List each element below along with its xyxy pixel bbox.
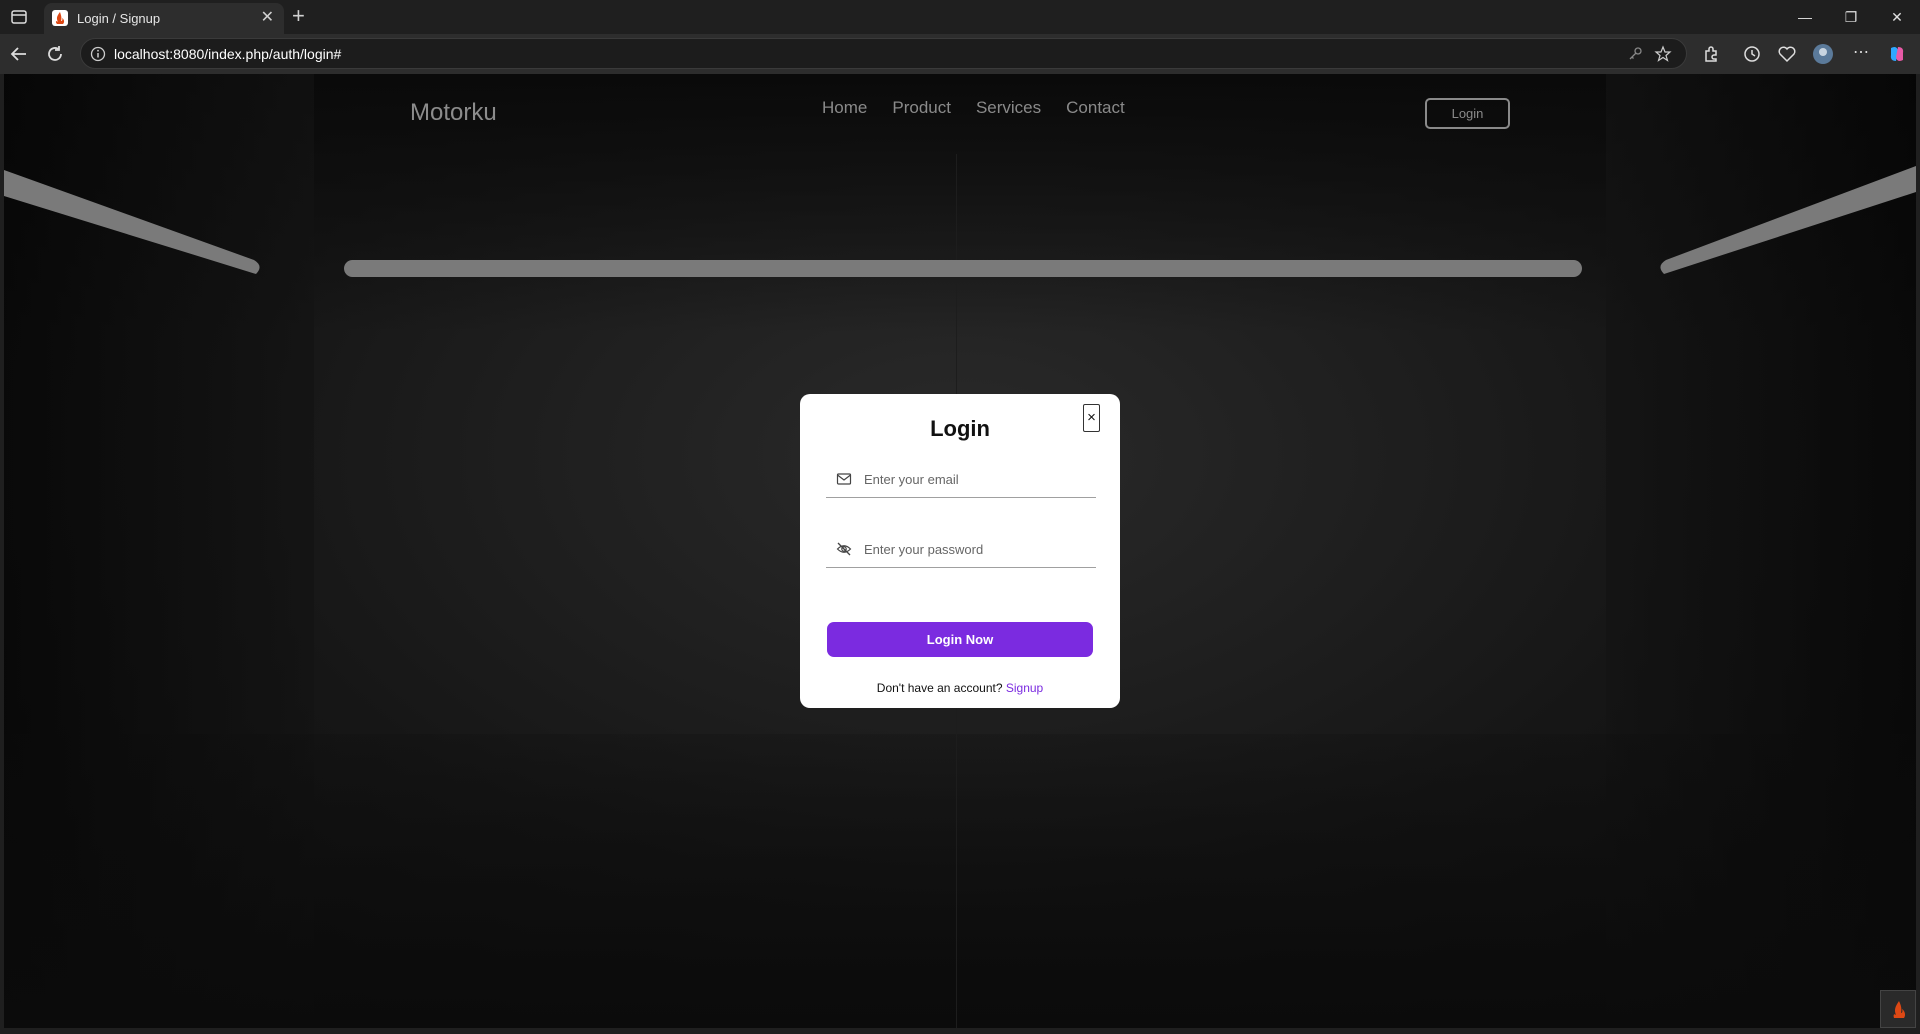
login-modal: Login × Login Now Don't have an account?…: [800, 394, 1120, 708]
site-info-icon[interactable]: [89, 45, 107, 63]
browser-tab-bar: Login / Signup ✕ + — ❐ ✕: [0, 0, 1920, 34]
tab-close-icon[interactable]: ✕: [261, 9, 274, 27]
email-input[interactable]: [864, 466, 1089, 492]
window-close-icon[interactable]: ✕: [1886, 6, 1908, 28]
signup-link[interactable]: Signup: [1006, 681, 1043, 695]
modal-title: Login: [930, 416, 990, 441]
page-viewport: Motorku Home Product Services Contact Lo…: [4, 74, 1916, 1028]
extensions-icon[interactable]: [1700, 43, 1722, 65]
signup-prompt-text: Don't have an account?: [876, 681, 1003, 695]
nav-contact[interactable]: Contact: [1066, 98, 1125, 118]
nav-services[interactable]: Services: [976, 98, 1041, 118]
address-text: localhost:8080/index.php/auth/login#: [114, 46, 342, 62]
flame-icon: [1893, 1001, 1906, 1018]
history-icon[interactable]: [1741, 43, 1763, 65]
codeigniter-favicon-icon: [52, 10, 68, 26]
tab-title: Login / Signup: [77, 11, 161, 26]
nav-product[interactable]: Product: [892, 98, 951, 118]
health-heart-icon[interactable]: [1776, 43, 1798, 65]
main-nav: Home Product Services Contact: [822, 98, 1125, 118]
login-now-button[interactable]: Login Now: [827, 622, 1093, 657]
modal-close-button[interactable]: ×: [1083, 404, 1100, 432]
nav-login-button[interactable]: Login: [1425, 98, 1510, 129]
password-input[interactable]: [864, 536, 1089, 562]
more-menu-icon[interactable]: ⋯: [1850, 43, 1872, 65]
reload-icon[interactable]: [44, 43, 66, 65]
restore-icon[interactable]: ❐: [1840, 6, 1862, 28]
tab-actions-icon[interactable]: [10, 8, 28, 26]
browser-tab[interactable]: Login / Signup ✕: [44, 3, 284, 34]
address-bar[interactable]: localhost:8080/index.php/auth/login#: [80, 38, 1687, 69]
email-field: [826, 462, 1096, 498]
copilot-icon[interactable]: [1886, 43, 1908, 65]
password-field: [826, 532, 1096, 568]
debug-toolbar-button[interactable]: [1880, 990, 1916, 1028]
new-tab-icon[interactable]: +: [292, 5, 305, 27]
browser-toolbar: localhost:8080/index.php/auth/login# ⋯: [0, 34, 1920, 74]
key-icon[interactable]: [1626, 45, 1644, 63]
nav-home[interactable]: Home: [822, 98, 867, 118]
eye-off-icon[interactable]: [836, 541, 852, 557]
favorite-star-icon[interactable]: [1654, 45, 1672, 63]
profile-avatar-icon[interactable]: [1812, 43, 1834, 65]
brand-logo[interactable]: Motorku: [410, 99, 497, 127]
signup-prompt-line: Don't have an account? Signup: [800, 681, 1120, 695]
back-icon[interactable]: [8, 43, 30, 65]
envelope-icon: [836, 473, 852, 485]
minimize-icon[interactable]: —: [1794, 6, 1816, 28]
